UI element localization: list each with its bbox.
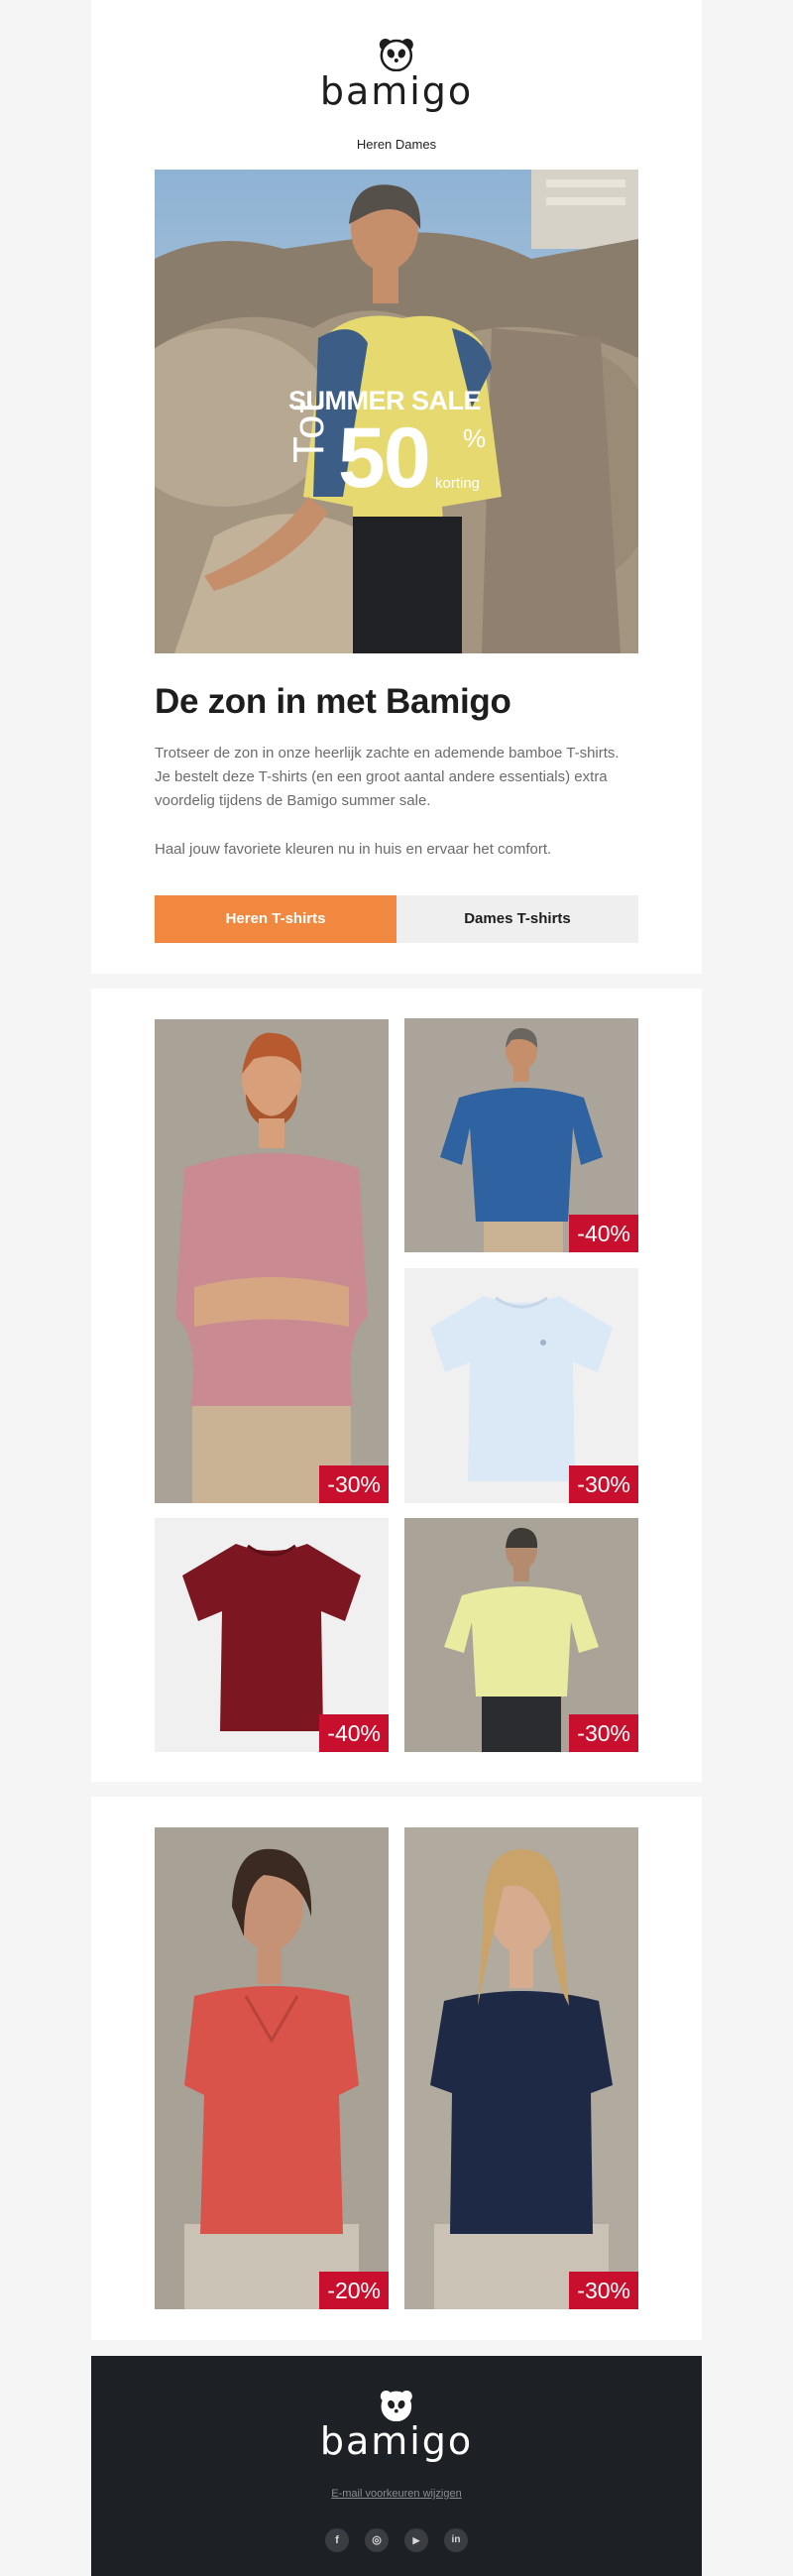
men-products-card: -30% -40% -30% -40% -30% <box>91 989 702 1782</box>
discount-badge: -20% <box>319 2272 389 2309</box>
hero-banner[interactable]: SUMMER SALE Tot 50 % korting <box>155 170 638 653</box>
women-tshirts-button[interactable]: Dames T-shirts <box>396 895 638 943</box>
product-tile[interactable]: -30% <box>404 1268 638 1503</box>
product-tile[interactable]: -40% <box>404 1018 638 1252</box>
product-image <box>155 1019 389 1503</box>
nav-link-women[interactable]: Dames <box>396 137 436 152</box>
panda-icon <box>380 2390 412 2421</box>
product-tile[interactable]: -30% <box>404 1518 638 1752</box>
facebook-icon[interactable]: f <box>325 2528 349 2552</box>
header-card: bamigo Heren Dames SUMMER SALE Tot 50 % … <box>91 0 702 974</box>
discount-badge: -30% <box>319 1465 389 1503</box>
discount-badge: -40% <box>569 1215 638 1252</box>
sale-overlay: SUMMER SALE Tot 50 % korting <box>284 386 487 525</box>
page-title: De zon in met Bamigo <box>155 682 511 721</box>
top-nav: Heren Dames <box>91 137 702 152</box>
product-tile[interactable]: -20% <box>155 1827 389 2309</box>
intro-paragraph: Trotseer de zon in onze heerlijk zachte … <box>155 745 620 809</box>
product-image <box>404 1827 638 2309</box>
discount-badge: -30% <box>569 1465 638 1503</box>
tshirt-shape <box>184 1986 359 2234</box>
footer-brand-wordmark: bamigo <box>319 2419 474 2463</box>
sale-suffix: korting <box>435 475 481 492</box>
linkedin-icon[interactable]: in <box>444 2528 468 2552</box>
discount-badge: -30% <box>569 2272 638 2309</box>
instagram-icon[interactable]: ◎ <box>365 2528 389 2552</box>
brand-wordmark: bamigo <box>319 69 474 113</box>
product-image <box>155 1827 389 2309</box>
sale-percent: % <box>463 423 487 453</box>
youtube-icon[interactable]: ▶ <box>404 2528 428 2552</box>
product-tile[interactable]: -30% <box>155 1019 389 1503</box>
tshirt-shape <box>430 1991 613 2234</box>
product-tile[interactable]: -30% <box>404 1827 638 2309</box>
sale-prefix: Tot <box>284 399 333 463</box>
intro-paragraph-2: Haal jouw favoriete kleuren nu in huis e… <box>155 841 552 858</box>
nav-link-men[interactable]: Heren <box>357 137 392 152</box>
email-preferences-link[interactable]: E-mail voorkeuren wijzigen <box>91 2488 702 2500</box>
sale-amount: 50 <box>338 410 431 506</box>
discount-badge: -30% <box>569 1714 638 1752</box>
women-products-card: -20% -30% <box>91 1797 702 2340</box>
product-tile[interactable]: -40% <box>155 1518 389 1752</box>
discount-badge: -40% <box>319 1714 389 1752</box>
panda-icon <box>379 39 413 71</box>
men-tshirts-button[interactable]: Heren T-shirts <box>155 895 396 943</box>
footer-brand-logo[interactable]: bamigo <box>320 2390 473 2461</box>
brand-logo[interactable]: bamigo <box>320 38 473 111</box>
footer: bamigo E-mail voorkeuren wijzigen f ◎ ▶ … <box>91 2356 702 2576</box>
